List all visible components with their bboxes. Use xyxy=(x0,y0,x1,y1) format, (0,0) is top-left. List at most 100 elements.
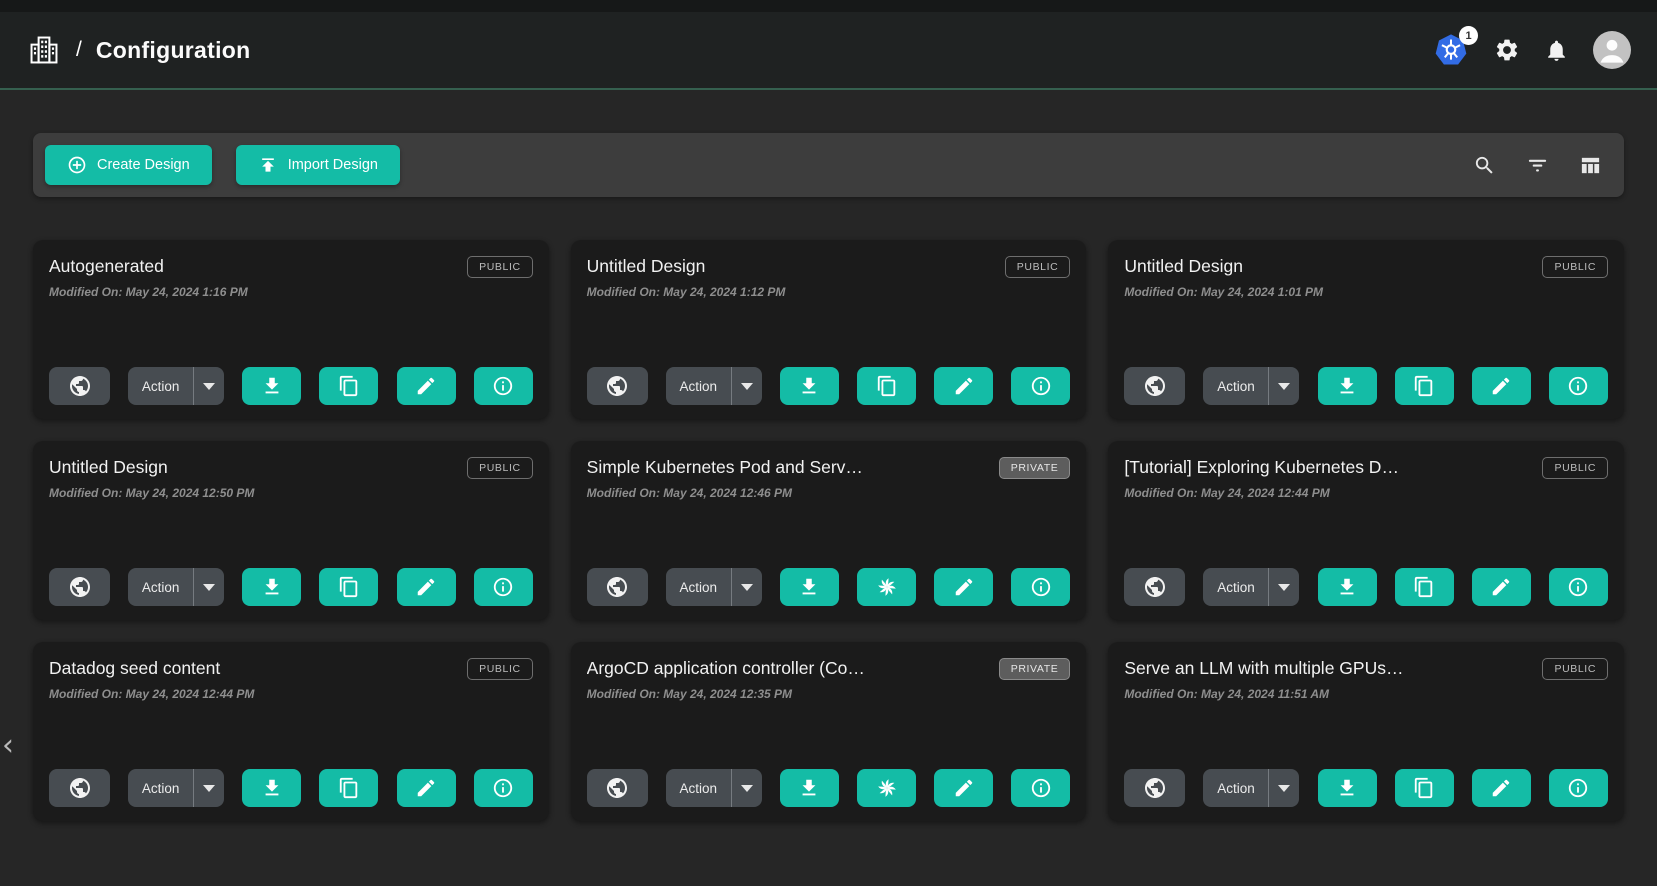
action-button-label[interactable]: Action xyxy=(1203,379,1268,394)
action-button-label[interactable]: Action xyxy=(1203,781,1268,796)
download-button[interactable] xyxy=(1318,568,1377,606)
download-button[interactable] xyxy=(1318,769,1377,807)
action-button-label[interactable]: Action xyxy=(666,379,731,394)
info-button[interactable] xyxy=(1549,568,1608,606)
search-icon[interactable] xyxy=(1473,154,1496,177)
visibility-badge[interactable]: PUBLIC xyxy=(467,658,533,680)
publish-globe-button[interactable] xyxy=(49,367,110,405)
pencil-icon xyxy=(415,375,437,397)
edit-button[interactable] xyxy=(397,769,456,807)
card-action-row: Action xyxy=(1124,568,1608,606)
chevron-down-icon[interactable] xyxy=(194,383,224,390)
edit-button[interactable] xyxy=(397,367,456,405)
action-split-button[interactable]: Action xyxy=(666,568,762,606)
visibility-badge[interactable]: PUBLIC xyxy=(1542,256,1608,278)
action-button-label[interactable]: Action xyxy=(1203,580,1268,595)
design-title: Autogenerated xyxy=(49,256,467,277)
download-button[interactable] xyxy=(780,367,839,405)
clone-button[interactable] xyxy=(1395,769,1454,807)
gear-icon[interactable] xyxy=(1494,37,1520,63)
visibility-badge[interactable]: PUBLIC xyxy=(467,457,533,479)
clone-button[interactable] xyxy=(319,568,378,606)
visibility-badge[interactable]: PRIVATE xyxy=(999,658,1071,680)
info-button[interactable] xyxy=(474,367,533,405)
action-split-button[interactable]: Action xyxy=(128,568,224,606)
clone-button[interactable] xyxy=(857,367,916,405)
design-pattern-button[interactable] xyxy=(857,769,916,807)
info-icon xyxy=(492,576,514,598)
publish-globe-button[interactable] xyxy=(49,568,110,606)
action-split-button[interactable]: Action xyxy=(1203,568,1299,606)
bell-icon[interactable] xyxy=(1544,38,1569,63)
info-button[interactable] xyxy=(1549,367,1608,405)
clone-button[interactable] xyxy=(1395,367,1454,405)
clone-button[interactable] xyxy=(1395,568,1454,606)
publish-globe-button[interactable] xyxy=(1124,769,1185,807)
download-button[interactable] xyxy=(780,769,839,807)
edit-button[interactable] xyxy=(934,367,993,405)
action-button-label[interactable]: Action xyxy=(128,781,193,796)
globe-icon xyxy=(605,575,629,599)
edit-button[interactable] xyxy=(1472,568,1531,606)
filter-icon[interactable] xyxy=(1526,154,1549,177)
info-button[interactable] xyxy=(1011,568,1070,606)
chevron-down-icon[interactable] xyxy=(194,584,224,591)
design-pattern-button[interactable] xyxy=(857,568,916,606)
action-button-label[interactable]: Action xyxy=(128,580,193,595)
action-split-button[interactable]: Action xyxy=(1203,769,1299,807)
action-button-label[interactable]: Action xyxy=(666,580,731,595)
visibility-badge[interactable]: PUBLIC xyxy=(1542,658,1608,680)
info-button[interactable] xyxy=(1011,769,1070,807)
building-icon[interactable] xyxy=(26,33,62,67)
info-button[interactable] xyxy=(1011,367,1070,405)
edit-button[interactable] xyxy=(934,568,993,606)
download-button[interactable] xyxy=(242,769,301,807)
download-icon xyxy=(261,576,283,598)
download-button[interactable] xyxy=(242,568,301,606)
info-button[interactable] xyxy=(474,769,533,807)
visibility-badge[interactable]: PUBLIC xyxy=(467,256,533,278)
action-split-button[interactable]: Action xyxy=(666,367,762,405)
edit-button[interactable] xyxy=(1472,367,1531,405)
action-button-label[interactable]: Action xyxy=(666,781,731,796)
create-design-button[interactable]: Create Design xyxy=(45,145,212,185)
publish-globe-button[interactable] xyxy=(587,568,648,606)
publish-globe-button[interactable] xyxy=(587,769,648,807)
design-card: Simple Kubernetes Pod and Serv… PRIVATE … xyxy=(571,441,1087,620)
avatar[interactable] xyxy=(1593,31,1631,69)
edit-button[interactable] xyxy=(1472,769,1531,807)
info-button[interactable] xyxy=(1549,769,1608,807)
action-split-button[interactable]: Action xyxy=(666,769,762,807)
import-design-button[interactable]: Import Design xyxy=(236,145,400,185)
publish-globe-button[interactable] xyxy=(49,769,110,807)
chevron-down-icon[interactable] xyxy=(732,584,762,591)
action-split-button[interactable]: Action xyxy=(1203,367,1299,405)
clone-button[interactable] xyxy=(319,769,378,807)
publish-globe-button[interactable] xyxy=(1124,367,1185,405)
visibility-badge[interactable]: PUBLIC xyxy=(1005,256,1071,278)
action-button-label[interactable]: Action xyxy=(128,379,193,394)
edit-button[interactable] xyxy=(934,769,993,807)
download-button[interactable] xyxy=(1318,367,1377,405)
chevron-down-icon[interactable] xyxy=(732,785,762,792)
publish-globe-button[interactable] xyxy=(587,367,648,405)
action-split-button[interactable]: Action xyxy=(128,769,224,807)
clone-button[interactable] xyxy=(319,367,378,405)
action-split-button[interactable]: Action xyxy=(128,367,224,405)
visibility-badge[interactable]: PUBLIC xyxy=(1542,457,1608,479)
edit-button[interactable] xyxy=(397,568,456,606)
download-button[interactable] xyxy=(780,568,839,606)
publish-globe-button[interactable] xyxy=(1124,568,1185,606)
chevron-down-icon[interactable] xyxy=(1269,584,1299,591)
chevron-down-icon[interactable] xyxy=(1269,785,1299,792)
chevron-down-icon[interactable] xyxy=(732,383,762,390)
table-view-icon[interactable] xyxy=(1579,154,1602,177)
kubernetes-context-button[interactable]: 1 xyxy=(1434,33,1470,67)
collapse-chevron-icon[interactable]: ‹ xyxy=(2,731,14,761)
visibility-badge[interactable]: PRIVATE xyxy=(999,457,1071,479)
chevron-down-icon[interactable] xyxy=(194,785,224,792)
download-button[interactable] xyxy=(242,367,301,405)
globe-icon xyxy=(68,374,92,398)
chevron-down-icon[interactable] xyxy=(1269,383,1299,390)
info-button[interactable] xyxy=(474,568,533,606)
